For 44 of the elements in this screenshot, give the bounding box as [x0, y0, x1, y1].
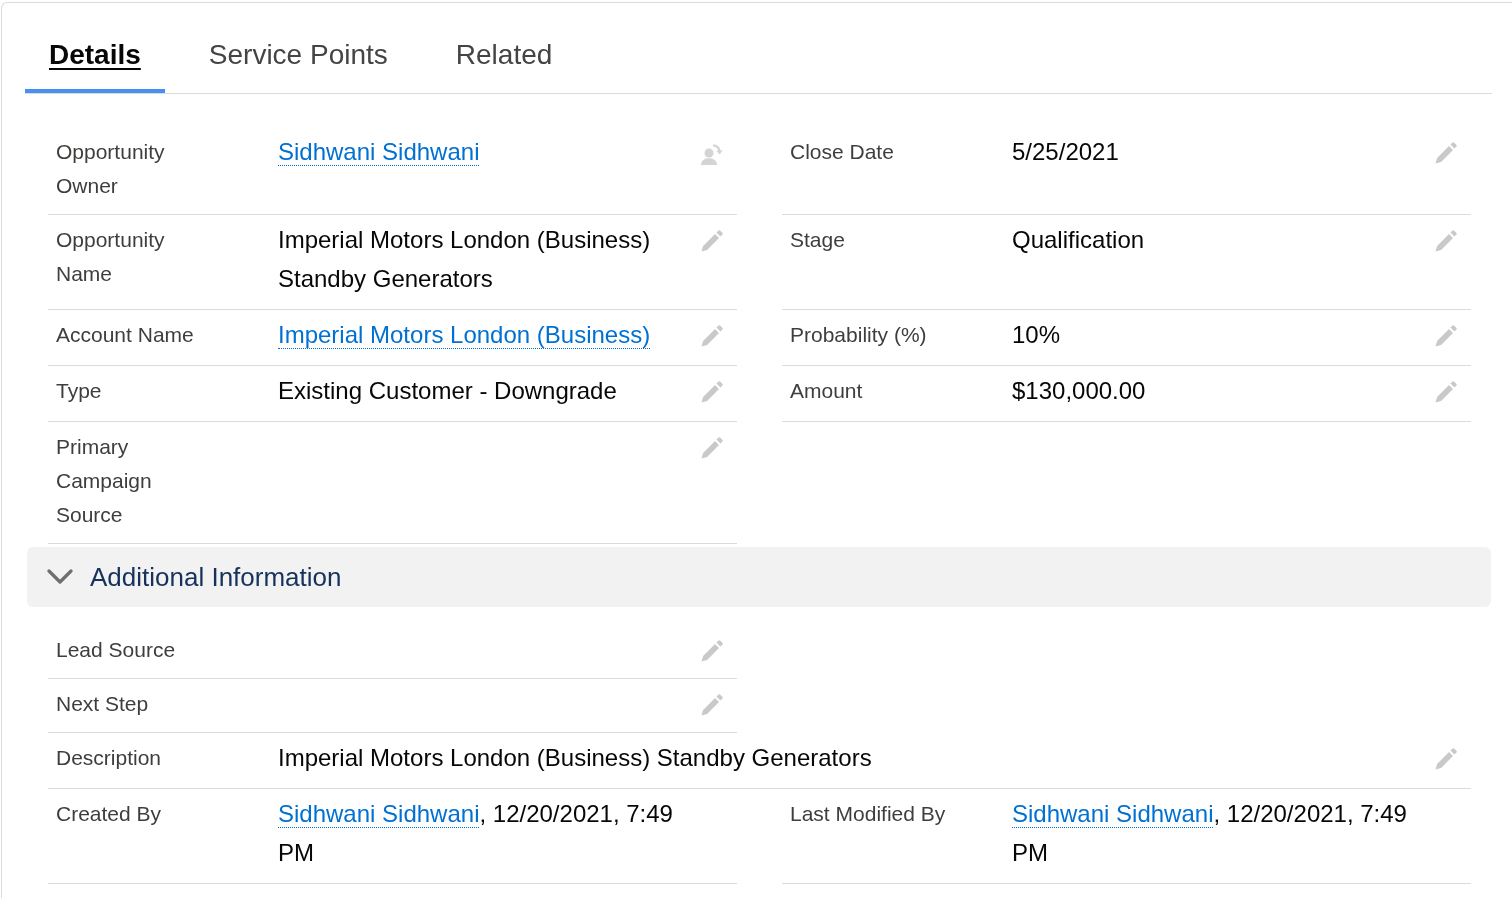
change-owner-icon[interactable] [700, 141, 724, 165]
field-value: 5/25/2021 [1012, 137, 1120, 167]
field-label: Next Step [56, 691, 150, 717]
tab[interactable]: Related [431, 35, 577, 93]
field-value: Existing Customer - Downgrade [278, 376, 618, 406]
section-toggle[interactable]: Additional Information [47, 561, 342, 593]
field-label: Lead Source [56, 637, 177, 663]
pencil-icon[interactable] [1434, 324, 1458, 348]
field-label: Primary Campaign Source [56, 434, 153, 528]
field-label: Opportunity Name [56, 227, 166, 287]
field-label: Opportunity Owner [56, 139, 166, 199]
field-value: 10% [1012, 320, 1062, 350]
pencil-icon[interactable] [1434, 380, 1458, 404]
tab[interactable]: Service Points [184, 35, 412, 93]
record-link[interactable]: Sidhwani Sidhwani [278, 138, 480, 166]
field-label: Close Date [790, 139, 895, 165]
user-link[interactable]: Sidhwani Sidhwani [1012, 800, 1214, 828]
field-value: Sidhwani Sidhwani, 12/20/2021, 7:49 PM [1012, 799, 1408, 868]
field-label: Created By [56, 801, 163, 827]
pencil-icon[interactable] [1434, 747, 1458, 771]
record-link[interactable]: Imperial Motors London (Business) [278, 321, 651, 349]
field-value: Qualification [1012, 225, 1146, 255]
field-label: Account Name [56, 322, 195, 348]
pencil-icon[interactable] [700, 436, 724, 460]
field-label: Type [56, 378, 103, 404]
field-label: Amount [790, 378, 864, 404]
field-label: Description [56, 745, 163, 771]
pencil-icon[interactable] [1434, 229, 1458, 253]
pencil-icon[interactable] [700, 693, 724, 717]
pencil-icon[interactable] [1434, 141, 1458, 165]
tab[interactable]: Details [25, 35, 165, 93]
field-label: Last Modified By [790, 801, 947, 827]
field-label: Probability (%) [790, 322, 928, 348]
user-link[interactable]: Sidhwani Sidhwani [278, 800, 480, 828]
pencil-icon[interactable] [700, 324, 724, 348]
pencil-icon[interactable] [700, 639, 724, 663]
field-value: Imperial Motors London (Business) Standby Generators [278, 743, 873, 773]
field-value: Imperial Motors London (Business) Standby Generators [278, 225, 652, 294]
pencil-icon[interactable] [700, 229, 724, 253]
field-value: Sidhwani Sidhwani, 12/20/2021, 7:49 PM [278, 799, 674, 868]
pencil-icon[interactable] [700, 380, 724, 404]
field-label: Stage [790, 227, 846, 253]
field-value: $130,000.00 [1012, 376, 1147, 406]
chevron-icon [47, 569, 73, 585]
